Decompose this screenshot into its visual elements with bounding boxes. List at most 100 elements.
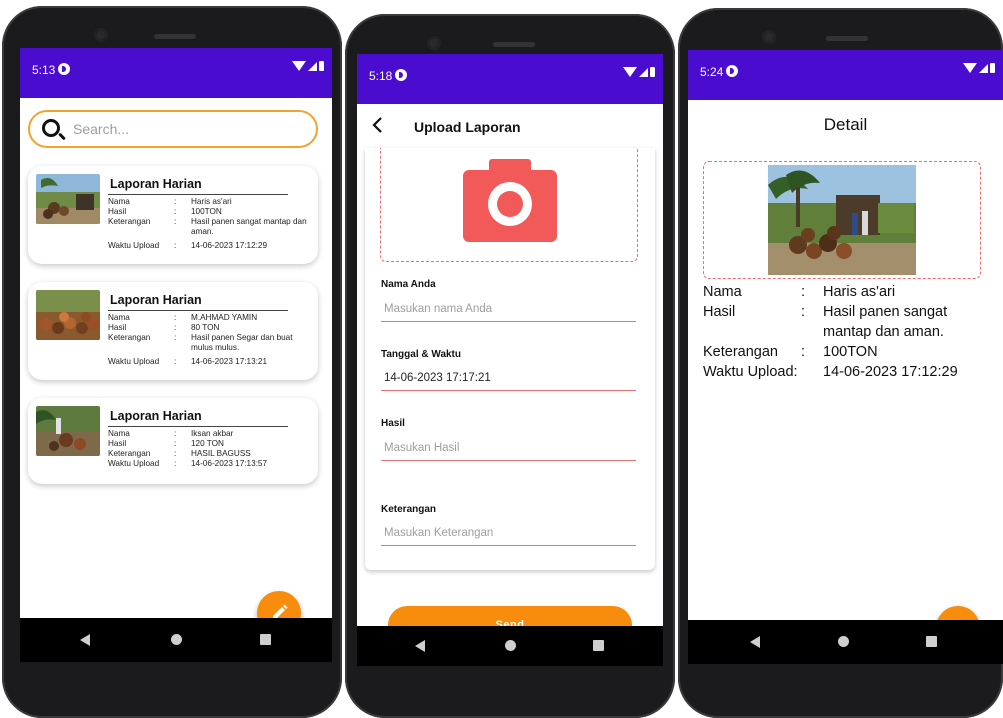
search-icon (42, 119, 60, 137)
report-title: Laporan Harian (110, 293, 202, 307)
colon: : (174, 439, 177, 448)
value-keterangan: Hasil panen sangat mantap dan aman. (191, 217, 307, 236)
value-nama: Haris as'ari (823, 284, 896, 300)
colon: : (801, 284, 806, 300)
system-nav-bar (357, 626, 663, 666)
report-title: Laporan Harian (110, 177, 202, 191)
colon: : (174, 449, 177, 458)
label-hasil: Hasil (703, 304, 736, 320)
photo-picker[interactable] (380, 148, 638, 262)
status-app-icon (58, 63, 70, 75)
phone-list: 5:13 Search... Laporan Harian Nama: Haris… (2, 6, 342, 718)
colon: : (174, 207, 177, 216)
label-nama: Nama (703, 284, 742, 300)
page-title: Upload Laporan (414, 119, 521, 135)
value-keterangan: Hasil panen Segar dan buat mulus mulus. (191, 333, 293, 352)
status-time: 5:18 (369, 69, 393, 83)
label-keterangan: Keterangan (108, 217, 151, 226)
report-card[interactable]: Laporan Harian Nama: Iksan akbar Hasil: 12… (28, 398, 318, 484)
value-nama: M.AHMAD YAMIN (191, 313, 258, 322)
system-nav-bar (688, 620, 1003, 664)
status-time: 5:13 (32, 63, 56, 77)
status-bar: 5:24 (688, 50, 1003, 100)
report-card[interactable]: Laporan Harian Nama: M.AHMAD YAMIN Hasil:… (28, 282, 318, 380)
value-hasil: Hasil panen sangat mantap dan aman. (823, 304, 948, 340)
earpiece (154, 34, 196, 39)
nav-back-icon[interactable] (415, 640, 425, 652)
phone-detail: 5:24 Detail Nama: Haris as'ari Hasil: … (678, 8, 1003, 718)
page-title: Detail (823, 115, 868, 134)
colon: : (801, 304, 806, 320)
report-details: Nama: Haris as'ari Hasil: Hasil panen sang… (703, 282, 995, 382)
label-waktu: Waktu Upload (108, 357, 160, 366)
label-keterangan: Keterangan (703, 344, 778, 360)
report-details: Nama: Iksan akbar Hasil: 120 TON Keteranga… (108, 429, 313, 469)
value-waktu: 14-06-2023 17:12:29 (191, 241, 268, 250)
upload-form: Nama Anda Masukan nama Anda Tanggal & Wa… (365, 148, 655, 570)
label-nama: Nama (108, 197, 130, 206)
colon: : (174, 323, 177, 332)
back-button[interactable] (369, 116, 387, 134)
tanggal-label: Tanggal & Waktu (381, 349, 461, 360)
nav-recent-icon[interactable] (926, 636, 937, 647)
report-card[interactable]: Laporan Harian Nama: Haris as'ari Hasil: 1… (28, 166, 318, 264)
value-hasil: 100TON (191, 207, 222, 216)
nama-input[interactable]: Masukan nama Anda (381, 300, 636, 322)
report-thumbnail (36, 406, 100, 456)
label-hasil: Hasil (108, 323, 127, 332)
value-hasil: 120 TON (191, 439, 224, 448)
report-details: Nama: M.AHMAD YAMIN Hasil: 80 TON Keterang… (108, 313, 313, 367)
keterangan-label: Keterangan (381, 504, 437, 515)
report-details: Nama: Haris as'ari Hasil: 100TON Keteranga… (108, 197, 313, 251)
status-time: 5:24 (700, 65, 724, 79)
screen-list: 5:13 Search... Laporan Harian Nama: Haris… (20, 48, 332, 662)
value-hasil: 80 TON (191, 323, 220, 332)
screen-upload: 5:18 Upload Laporan Nama Anda Masukan na… (357, 54, 663, 666)
label-waktu: Waktu Upload (108, 241, 160, 250)
label-hasil: Hasil (108, 207, 127, 216)
colon: : (174, 429, 177, 438)
signal-icon (979, 63, 988, 73)
label-hasil: Hasil (108, 439, 127, 448)
nav-home-icon[interactable] (171, 634, 182, 645)
colon: : (174, 217, 177, 226)
wifi-icon (963, 63, 977, 73)
title-divider (108, 310, 288, 311)
nav-recent-icon[interactable] (593, 640, 604, 651)
search-bar[interactable]: Search... (28, 110, 318, 148)
phone-upload: 5:18 Upload Laporan Nama Anda Masukan na… (345, 14, 675, 718)
nav-back-icon[interactable] (750, 636, 760, 648)
colon: : (174, 197, 177, 206)
colon: : (174, 241, 177, 250)
nav-home-icon[interactable] (838, 636, 849, 647)
system-nav-bar (20, 618, 332, 662)
status-bar: 5:13 (20, 48, 332, 98)
nav-home-icon[interactable] (505, 640, 516, 651)
colon (801, 362, 823, 382)
value-waktu: 14-06-2023 17:13:57 (191, 459, 268, 468)
keterangan-input[interactable]: Masukan Keterangan (381, 524, 636, 546)
front-camera (94, 28, 108, 42)
nav-recent-icon[interactable] (260, 634, 271, 645)
value-nama: Haris as'ari (191, 197, 232, 206)
label-nama: Nama (108, 313, 130, 322)
colon: : (174, 313, 177, 322)
nama-label: Nama Anda (381, 279, 436, 290)
hasil-input[interactable]: Masukan Hasil (381, 439, 636, 461)
wifi-icon (292, 61, 306, 71)
signal-icon (308, 61, 317, 71)
value-waktu: 14-06-2023 17:12:29 (823, 364, 958, 380)
tanggal-input[interactable]: 14-06-2023 17:17:21 (381, 369, 636, 391)
status-app-icon (726, 65, 738, 77)
signal-icon (639, 67, 648, 77)
battery-icon (650, 67, 655, 77)
search-input[interactable]: Search... (73, 121, 129, 137)
status-bar: 5:18 (357, 54, 663, 104)
status-system-icons (963, 63, 995, 73)
earpiece (826, 36, 868, 41)
nav-back-icon[interactable] (80, 634, 90, 646)
app-bar: Upload Laporan (357, 104, 663, 148)
value-keterangan: 100TON (823, 344, 878, 360)
battery-icon (990, 63, 995, 73)
front-camera (762, 30, 776, 44)
